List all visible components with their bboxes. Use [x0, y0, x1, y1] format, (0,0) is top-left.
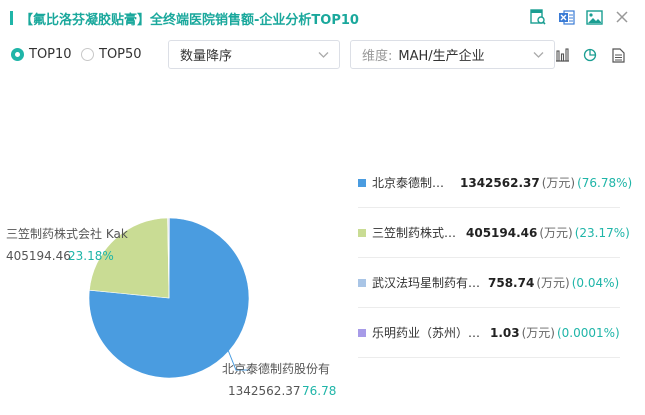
legend: 北京泰德制… 1342562.37 (万元) (76.78%) 三笠制药株式… … — [358, 158, 632, 358]
legend-name: 北京泰德制… — [372, 176, 445, 190]
slice-label-name-sanli: 三笠制药株式会社 Kak — [6, 226, 128, 241]
legend-swatch — [358, 328, 366, 337]
table-search-icon[interactable] — [529, 8, 547, 26]
legend-percent: (0.04%) — [571, 275, 620, 290]
document-icon[interactable] — [609, 46, 627, 64]
title-accent-bar — [10, 11, 13, 25]
slice-label-value-sanli: 405194.46 — [6, 249, 71, 263]
legend-swatch — [358, 278, 366, 287]
radio-top50-label: TOP50 — [99, 47, 142, 62]
radio-top50-dot[interactable] — [81, 48, 94, 61]
legend-item[interactable]: 三笠制药株式… 405194.46 (万元) (23.17%) — [358, 208, 630, 258]
legend-unit: (万元) — [536, 276, 570, 290]
legend-unit: (万元) — [539, 226, 573, 240]
legend-unit: (万元) — [521, 326, 555, 340]
title-bar: 【氟比洛芬凝胶贴膏】全终端医院销售额-企业分析TOP10 — [0, 0, 645, 36]
legend-name: 武汉法玛星制药有… — [372, 276, 481, 290]
bar-chart-icon[interactable] — [553, 46, 571, 64]
legend-value: 758.74 — [488, 275, 535, 290]
legend-value: 405194.46 — [466, 225, 538, 240]
chart-type-toolbar — [553, 46, 627, 64]
dimension-select-value: MAH/生产企业 — [398, 49, 485, 64]
page-title: 【氟比洛芬凝胶贴膏】全终端医院销售额-企业分析TOP10 — [20, 13, 359, 28]
slice-label-pct-sanli: 23.18% — [68, 249, 114, 263]
radio-top50[interactable]: TOP50 — [81, 47, 142, 62]
radio-top10[interactable]: TOP10 — [11, 47, 72, 62]
chevron-down-icon — [318, 49, 329, 64]
image-export-icon[interactable] — [585, 8, 603, 26]
legend-item[interactable]: 武汉法玛星制药有… 758.74 (万元) (0.04%) — [358, 258, 620, 308]
pie-chart: 三笠制药株式会社 Kak 405194.46 23.18% 北京泰德制药股份有 … — [6, 217, 336, 398]
legend-value: 1.03 — [490, 325, 520, 340]
chevron-down-icon — [533, 49, 544, 64]
slice-label-value-beijing: 1342562.37 — [228, 384, 301, 398]
sort-select-value: 数量降序 — [180, 49, 233, 64]
dimension-select-prefix: 维度: — [362, 49, 393, 64]
excel-export-icon[interactable] — [557, 8, 575, 26]
dimension-select[interactable]: 维度: MAH/生产企业 — [350, 40, 555, 69]
controls-row: TOP10 TOP50 数量降序 维度: MAH/生产企业 — [0, 40, 645, 70]
legend-percent: (0.0001%) — [556, 325, 620, 340]
legend-item[interactable]: 北京泰德制… 1342562.37 (万元) (76.78%) — [358, 158, 632, 208]
chart-area: 三笠制药株式会社 Kak 405194.46 23.18% 北京泰德制药股份有 … — [0, 80, 645, 415]
legend-name: 三笠制药株式… — [372, 226, 457, 240]
legend-item[interactable]: 乐明药业（苏州）… 1.03 (万元) (0.0001%) — [358, 308, 620, 358]
legend-name: 乐明药业（苏州）… — [372, 326, 481, 340]
legend-swatch — [358, 228, 366, 237]
slice-label-name-beijing: 北京泰德制药股份有 — [222, 361, 330, 376]
radio-top10-dot[interactable] — [11, 48, 24, 61]
radio-top10-label: TOP10 — [29, 47, 72, 62]
legend-percent: (23.17%) — [574, 225, 630, 240]
pie-chart-icon[interactable] — [581, 46, 599, 64]
legend-unit: (万元) — [541, 176, 576, 190]
legend-value: 1342562.37 — [460, 175, 540, 190]
title-toolbar — [529, 8, 631, 26]
close-icon[interactable] — [613, 8, 631, 26]
legend-percent: (76.78%) — [577, 175, 633, 190]
slice-label-pct-beijing: 76.78 — [302, 384, 336, 398]
sort-select[interactable]: 数量降序 — [168, 40, 340, 69]
legend-swatch — [358, 178, 366, 187]
